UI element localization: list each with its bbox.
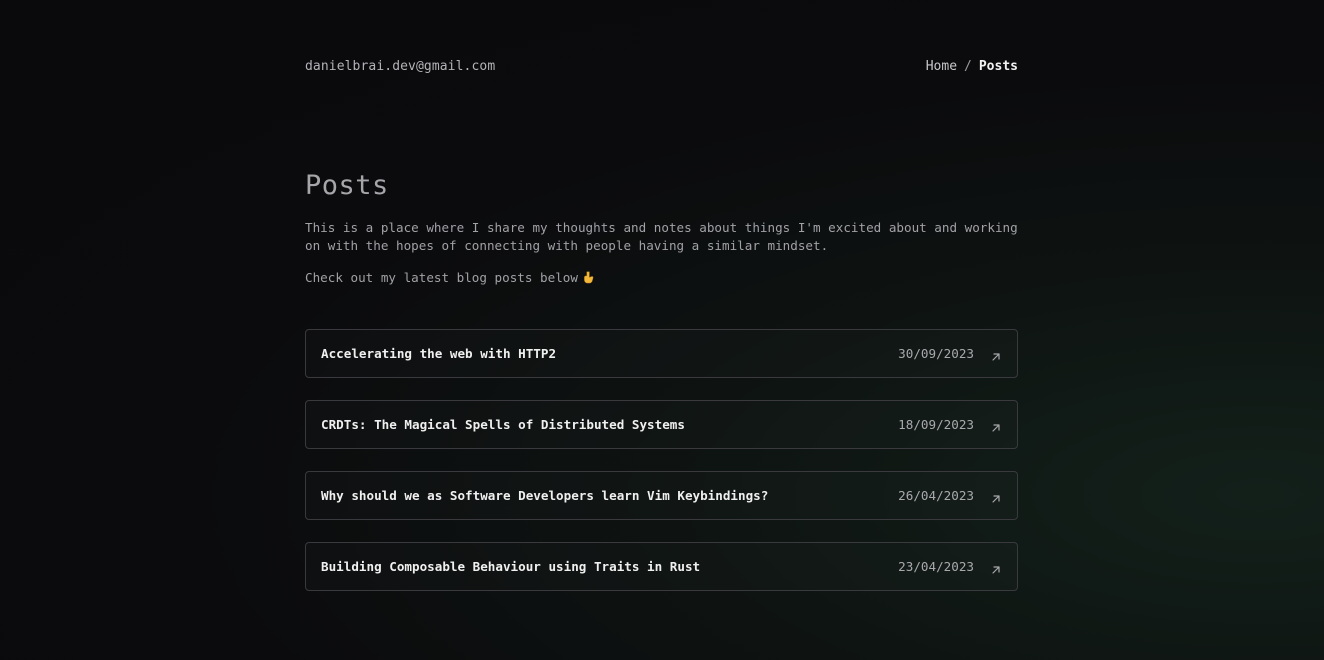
cta-text: Check out my latest blog posts below (305, 269, 595, 287)
post-item[interactable]: Accelerating the web with HTTP2 30/09/202… (305, 329, 1018, 378)
breadcrumb: Home / Posts (926, 59, 1018, 74)
top-bar: danielbrai.dev@gmail.com Home / Posts (305, 57, 1018, 75)
page-title: Posts (305, 170, 389, 201)
arrow-up-right-icon (990, 490, 1002, 503)
post-item[interactable]: Why should we as Software Developers lea… (305, 471, 1018, 520)
post-item[interactable]: Building Composable Behaviour using Trai… (305, 542, 1018, 591)
arrow-up-right-icon (990, 561, 1002, 574)
breadcrumb-separator: / (964, 58, 972, 74)
pointing-down-hand-icon (582, 271, 595, 284)
arrow-up-right-icon (990, 348, 1002, 361)
post-title: Why should we as Software Developers lea… (321, 488, 769, 503)
intro-text: This is a place where I share my thought… (305, 220, 1018, 253)
cta-label: Check out my latest blog posts below (305, 270, 578, 285)
arrow-up-right-icon (990, 419, 1002, 432)
post-date: 18/09/2023 (898, 417, 974, 432)
breadcrumb-current: Posts (978, 58, 1018, 74)
post-title: Building Composable Behaviour using Trai… (321, 559, 701, 574)
breadcrumb-home-link[interactable]: Home (926, 59, 957, 74)
post-date: 30/09/2023 (898, 346, 974, 361)
post-title: Accelerating the web with HTTP2 (321, 346, 557, 361)
posts-list: Accelerating the web with HTTP2 30/09/202… (305, 329, 1018, 613)
email-link[interactable]: danielbrai.dev@gmail.com (305, 59, 495, 74)
post-item[interactable]: CRDTs: The Magical Spells of Distributed… (305, 400, 1018, 449)
post-date: 23/04/2023 (898, 559, 974, 574)
post-date: 26/04/2023 (898, 488, 974, 503)
post-title: CRDTs: The Magical Spells of Distributed… (321, 417, 685, 432)
